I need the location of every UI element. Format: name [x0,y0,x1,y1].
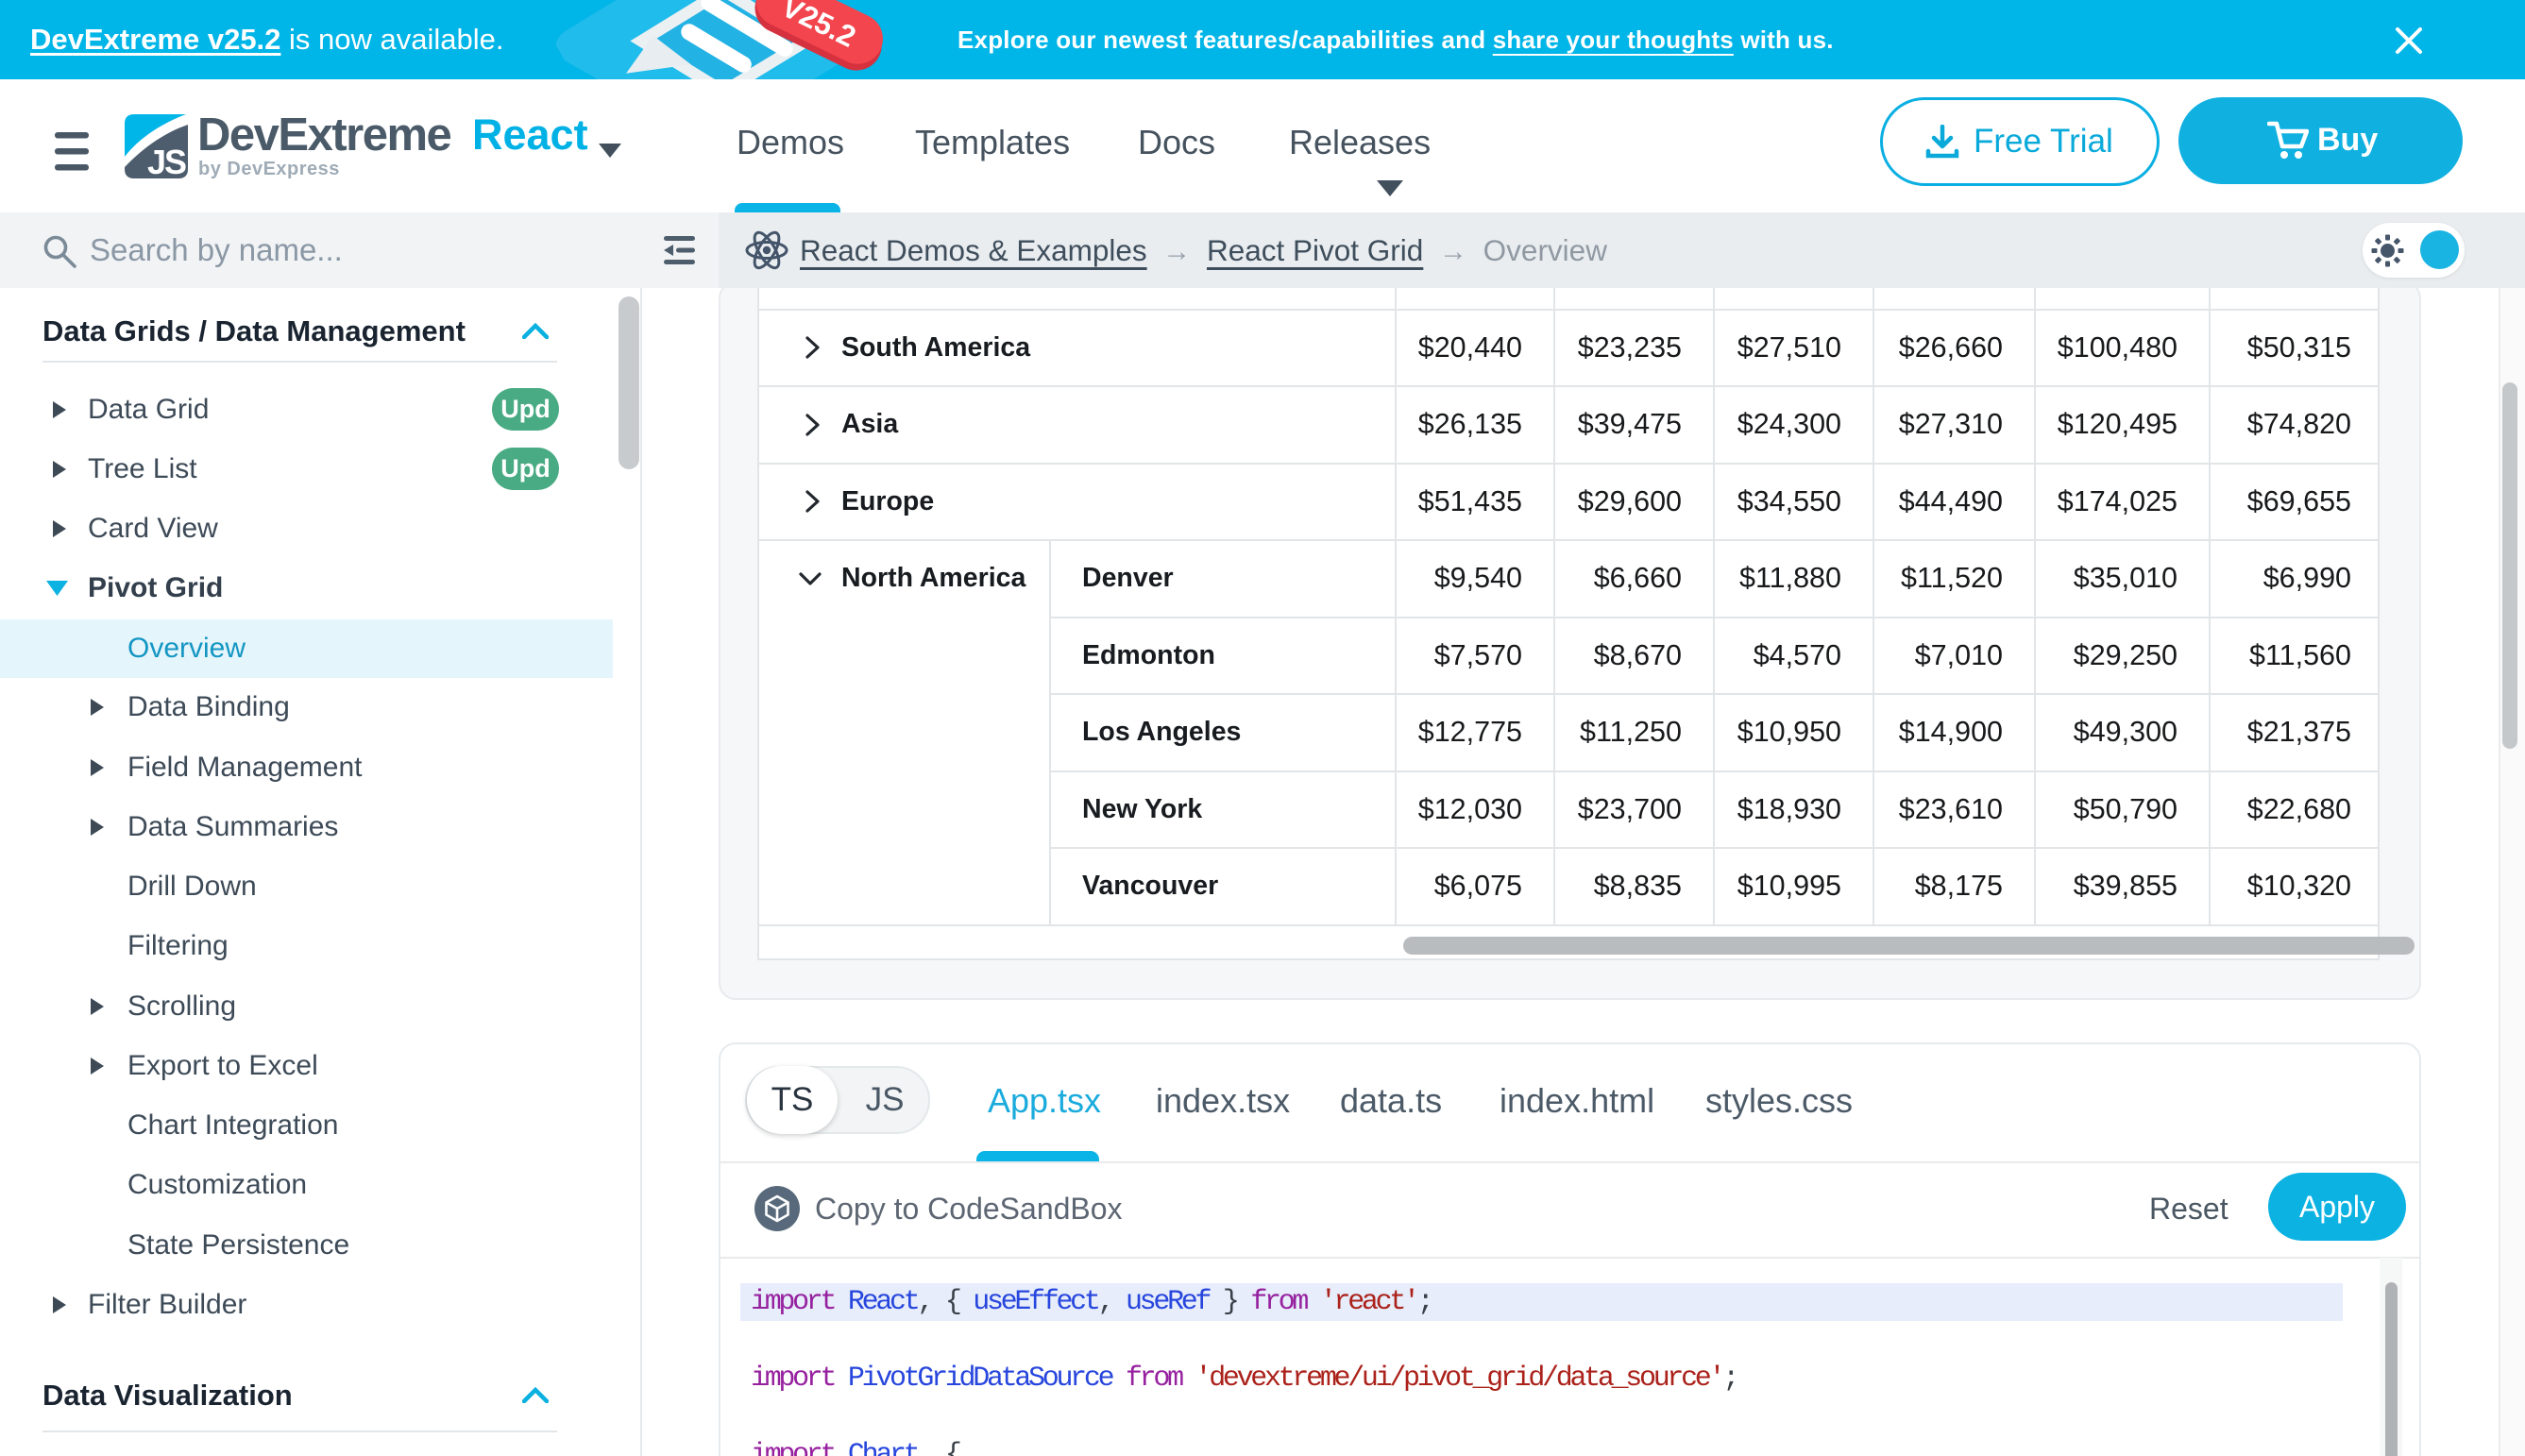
svg-text:JS: JS [147,143,186,178]
